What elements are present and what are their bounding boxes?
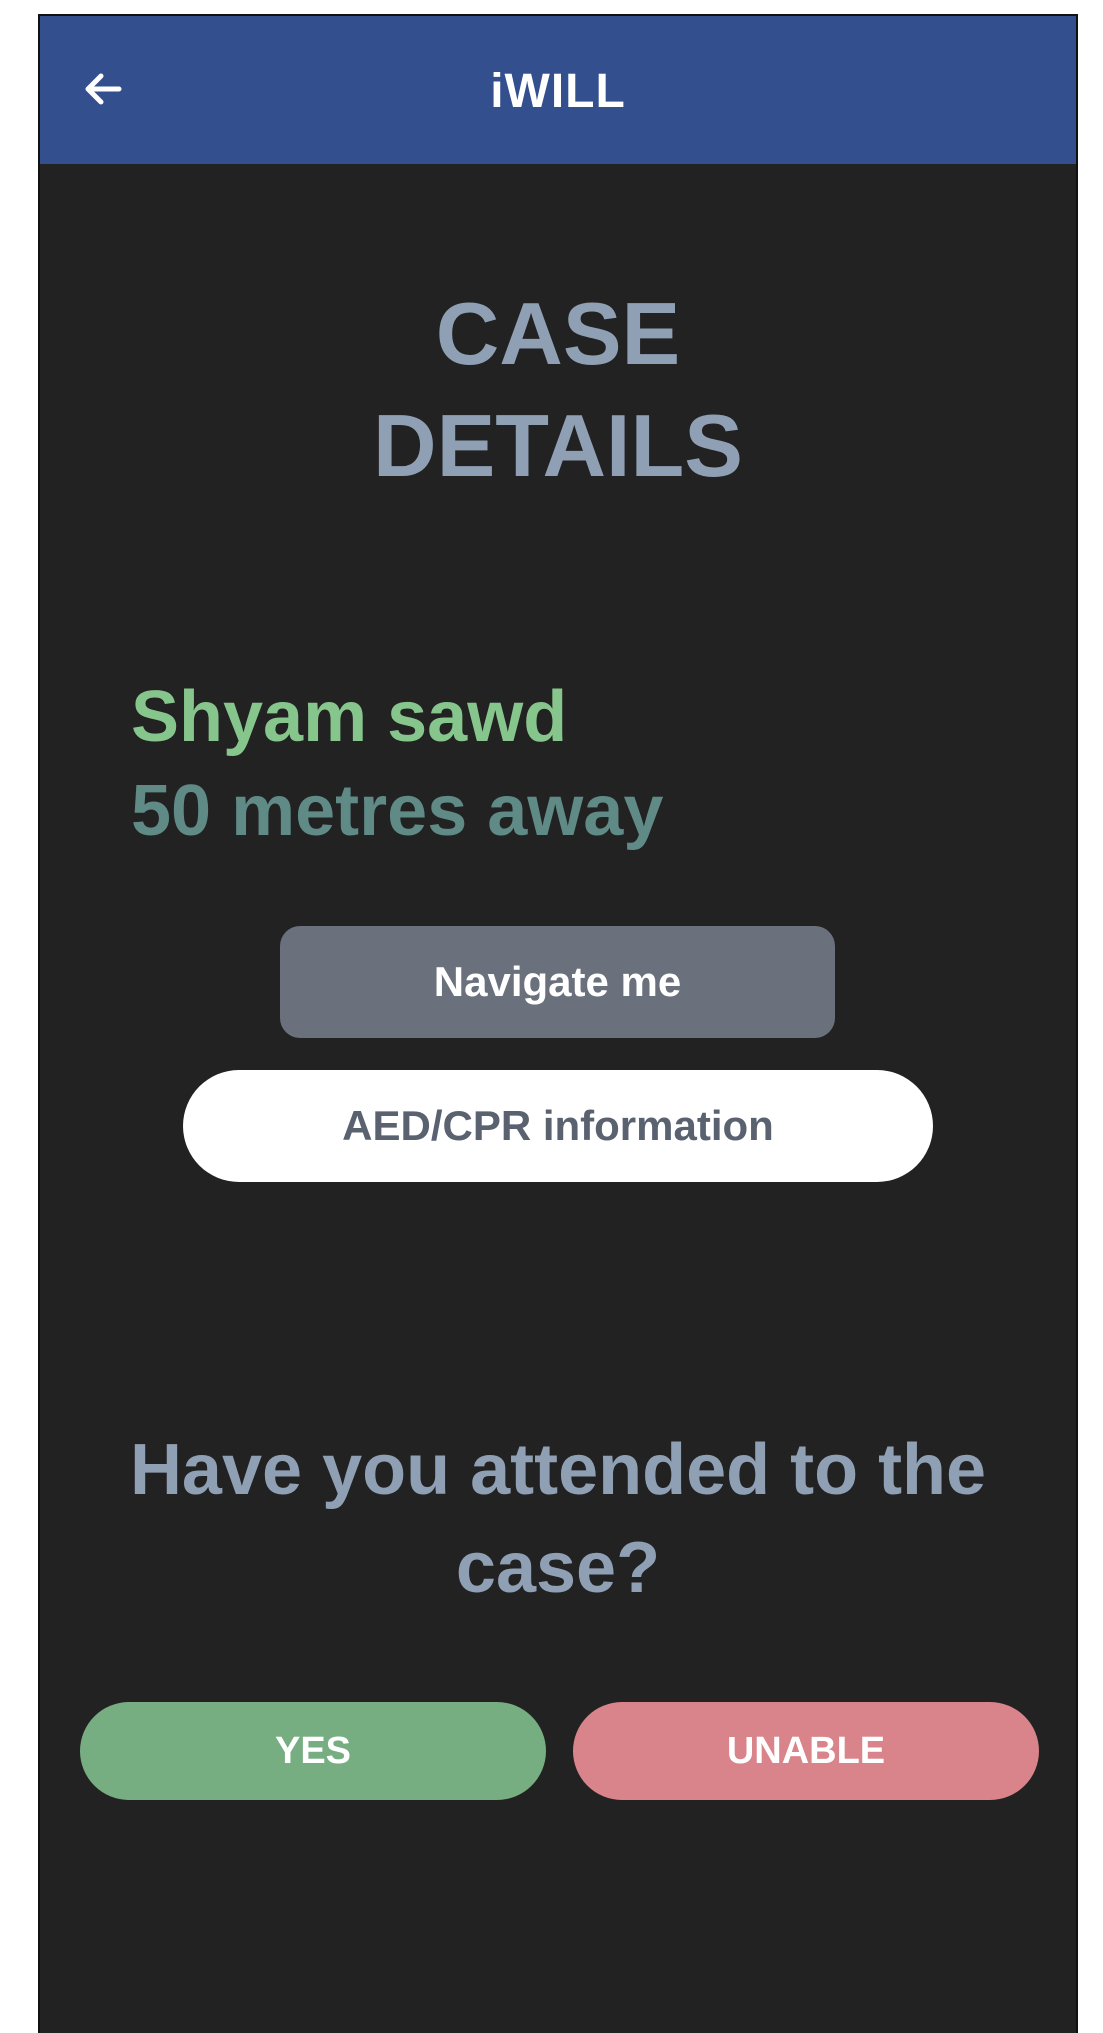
- app-bar: iWILL: [40, 16, 1076, 164]
- case-name: Shyam sawd: [131, 677, 568, 757]
- yes-button[interactable]: YES: [80, 1702, 546, 1800]
- page-title: CASE DETAILS: [373, 284, 743, 495]
- unable-button[interactable]: UNABLE: [573, 1702, 1039, 1800]
- case-distance: 50 metres away: [131, 771, 664, 851]
- attendance-question: Have you attended to the case?: [129, 1430, 987, 1608]
- aed-cpr-info-button[interactable]: AED/CPR information: [183, 1070, 933, 1182]
- navigate-button[interactable]: Navigate me: [280, 926, 835, 1038]
- phone-screen: iWILL CASE DETAILS Shyam sawd 50 metres …: [38, 14, 1078, 2033]
- app-title: iWILL: [490, 65, 626, 118]
